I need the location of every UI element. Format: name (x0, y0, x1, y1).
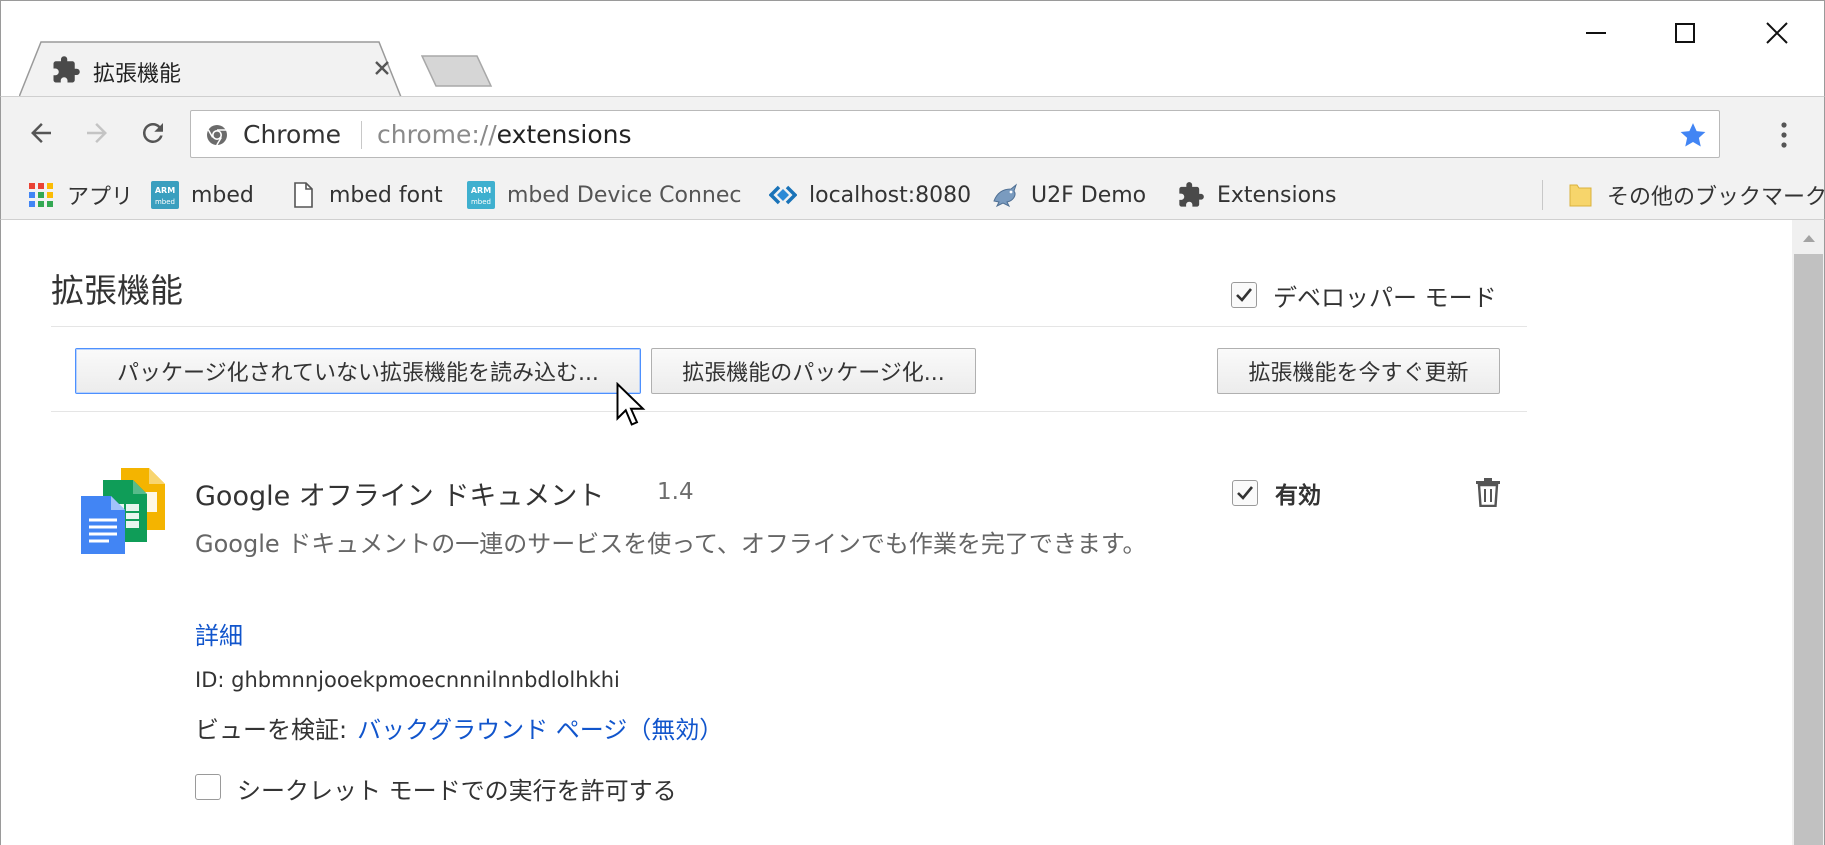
reload-button[interactable] (133, 113, 173, 153)
allow-incognito-label[interactable]: シークレット モードでの実行を許可する (237, 771, 677, 806)
load-unpacked-button[interactable]: パッケージ化されていない拡張機能を読み込む... (75, 348, 641, 394)
caret-up-icon (1802, 235, 1815, 242)
google-docs-offline-icon (81, 468, 165, 554)
scrollbar-thumb[interactable] (1794, 254, 1823, 845)
extensions-page: 拡張機能 デベロッパー モード パッケージ化されていない拡張機能を読み込む...… (0, 220, 1792, 845)
omnibox-divider (361, 121, 362, 149)
bookmarks-bar: アプリ ARM mbed mbed mbed font ARM mbed mbe… (0, 170, 1825, 220)
extension-description: Google ドキュメントの一連のサービスを使って、オフラインでも作業を完了でき… (195, 530, 1147, 558)
dragon-icon (993, 183, 1018, 208)
arrow-right-icon (87, 123, 107, 143)
address-bar[interactable]: Chrome chrome://extensions (190, 110, 1720, 158)
browser-menu-button[interactable] (1769, 115, 1799, 155)
arrow-left-icon (31, 123, 51, 143)
extension-id: ID: ghbmnnjooekpmoecnnnilnnbdlolhkhi (195, 668, 620, 692)
tab-close-button[interactable] (367, 53, 397, 83)
back-button[interactable] (21, 113, 61, 153)
extension-details-link[interactable]: 詳細 (195, 616, 243, 651)
bookmark-label: mbed font (329, 182, 443, 208)
svg-text:ARM: ARM (155, 186, 175, 195)
divider (51, 326, 1527, 327)
close-icon (1766, 22, 1788, 44)
bookmark-u2f-demo[interactable]: U2F Demo (991, 180, 1146, 210)
tab-extensions[interactable]: 拡張機能 (19, 41, 411, 98)
title-bar: 拡張機能 (0, 0, 1825, 98)
bookmark-mbed-device-connector[interactable]: ARM mbed mbed Device Connec (467, 180, 741, 210)
chrome-icon (207, 125, 227, 146)
bookmark-other-folder[interactable]: その他のブックマーク (1567, 180, 1825, 210)
extension-name: Google オフライン ドキュメント (195, 481, 605, 512)
maximize-icon (1675, 23, 1695, 43)
svg-text:mbed: mbed (471, 198, 491, 206)
diamond-arrows-icon (769, 185, 797, 205)
reload-icon (142, 122, 163, 143)
bookmark-label: mbed (191, 182, 254, 208)
background-page-link[interactable]: バックグラウンド ページ（無効） (357, 716, 723, 744)
tab-title: 拡張機能 (93, 62, 182, 87)
browser-toolbar: Chrome chrome://extensions (0, 96, 1825, 170)
puzzle-icon (53, 56, 80, 83)
extension-enabled-label[interactable]: 有効 (1275, 476, 1321, 510)
checkmark-icon (1237, 486, 1254, 500)
bookmark-label: mbed Device Connec (507, 182, 742, 208)
pack-extension-button[interactable]: 拡張機能のパッケージ化... (651, 348, 976, 394)
svg-text:ARM: ARM (471, 186, 491, 195)
forward-button[interactable] (77, 113, 117, 153)
inspect-views: ビューを検証: バックグラウンド ページ（無効） (195, 710, 723, 745)
allow-incognito-checkbox[interactable] (195, 774, 221, 800)
minimize-button[interactable] (1568, 13, 1624, 53)
new-tab-button[interactable] (421, 53, 493, 89)
close-icon (375, 61, 389, 75)
bookmark-label: localhost:8080 (809, 182, 972, 208)
extension-enabled-checkbox[interactable] (1232, 480, 1258, 506)
bookmark-label: U2F Demo (1031, 182, 1147, 208)
maximize-button[interactable] (1657, 13, 1713, 53)
url-scheme: chrome:// (377, 120, 497, 149)
window-close-button[interactable] (1749, 13, 1805, 53)
developer-mode-label[interactable]: デベロッパー モード (1273, 278, 1497, 313)
url-text[interactable]: chrome://extensions (377, 120, 632, 149)
bookmark-mbed[interactable]: ARM mbed mbed (151, 180, 254, 210)
checkmark-icon (1236, 288, 1253, 302)
developer-mode-checkbox[interactable] (1231, 282, 1257, 308)
arm-mbed-icon: ARM mbed (151, 181, 179, 209)
minimize-icon (1586, 32, 1606, 34)
bookmark-star-icon[interactable] (1677, 120, 1709, 150)
divider (51, 411, 1527, 412)
bookmark-label: アプリ (67, 185, 134, 210)
bookmark-label: Extensions (1217, 182, 1337, 208)
more-vert-icon (1781, 122, 1787, 148)
inspect-views-label: ビューを検証: (195, 716, 348, 744)
trash-icon (1476, 478, 1500, 507)
vertical-scrollbar[interactable] (1792, 220, 1825, 845)
scroll-up-button[interactable] (1792, 226, 1825, 250)
arm-mbed-icon: ARM mbed (467, 181, 495, 209)
update-extensions-button[interactable]: 拡張機能を今すぐ更新 (1217, 348, 1500, 394)
bookmark-apps[interactable]: アプリ (27, 180, 133, 210)
svg-text:mbed: mbed (155, 198, 175, 206)
bookmark-label: その他のブックマーク (1607, 185, 1825, 210)
bookmark-mbed-font[interactable]: mbed font (289, 180, 443, 210)
bookmarks-divider (1542, 180, 1543, 210)
bookmark-extensions[interactable]: Extensions (1177, 180, 1336, 210)
puzzle-icon (1179, 182, 1204, 207)
remove-extension-button[interactable] (1471, 474, 1505, 510)
url-host: extensions (496, 120, 632, 149)
omnibox-chip: Chrome (243, 120, 342, 149)
page-title: 拡張機能 (51, 271, 183, 310)
extension-version: 1.4 (657, 479, 694, 505)
apps-grid-icon (29, 183, 53, 207)
folder-icon (1569, 184, 1592, 207)
page-icon (294, 182, 313, 208)
bookmark-localhost[interactable]: localhost:8080 (769, 180, 971, 210)
